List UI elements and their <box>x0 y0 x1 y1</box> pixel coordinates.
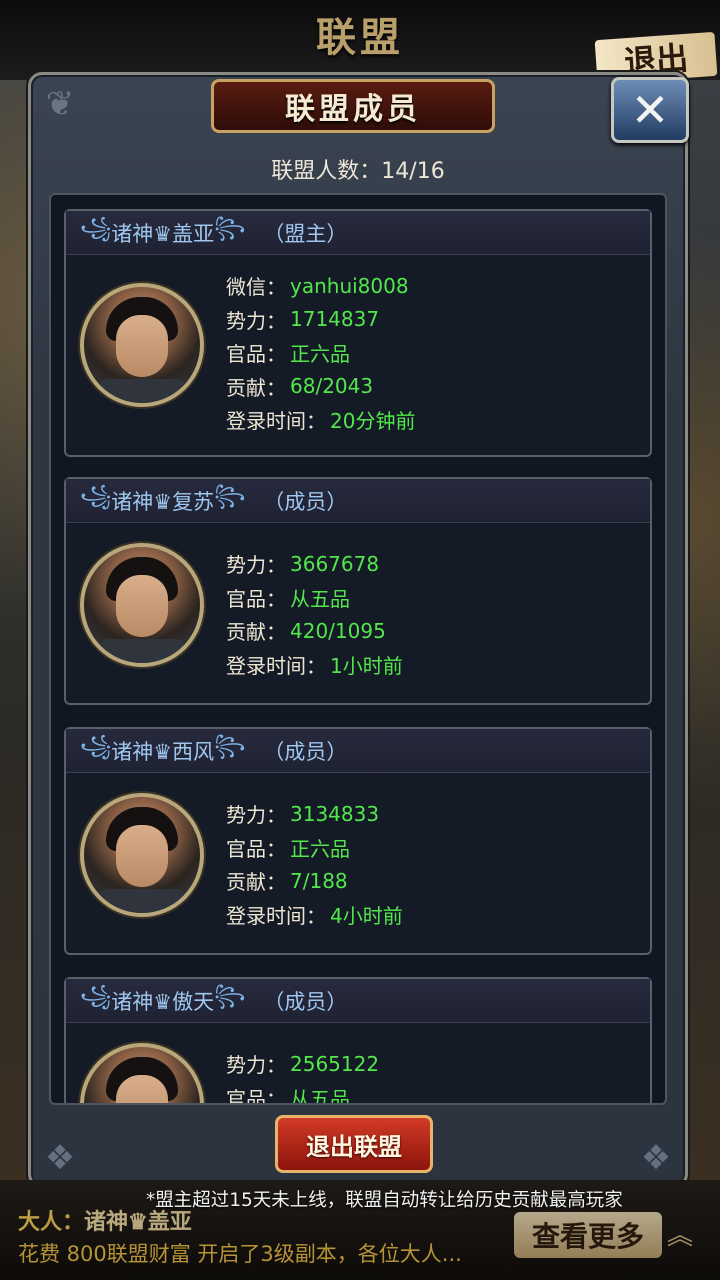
field-label: 官品： <box>226 836 286 861</box>
field-value: 正六品 <box>290 342 350 367</box>
member-info: 势力： 3134833 官品： 正六品 贡献： 7/188 登录时间： 4小时前 <box>226 797 403 931</box>
member-name: 诸神♛复苏 <box>111 489 215 514</box>
background-title: 联盟 <box>316 14 404 61</box>
avatar[interactable] <box>80 793 204 917</box>
member-role: （成员） <box>263 489 348 514</box>
field-label: 贡献： <box>226 375 286 400</box>
member-card-header: ꧁ 诸神♛复苏 ꧂ （成员） <box>66 479 650 523</box>
avatar[interactable] <box>80 1043 204 1103</box>
member-name: 诸神♛盖亚 <box>111 221 215 246</box>
flourish-right-icon: ꧂ <box>214 982 246 1007</box>
field-value: 从五品 <box>290 1086 350 1105</box>
member-info: 势力： 3667678 官品： 从五品 贡献： 420/1095 登录时间： 1小时前 <box>226 547 403 681</box>
member-card[interactable]: ꧁ 诸神♛盖亚 ꧂ （盟主） 微信： yanhui8008 势力： 1714837 … <box>64 209 652 457</box>
close-button[interactable]: ✕ <box>611 77 689 143</box>
field-value: yanhui8008 <box>290 273 409 298</box>
member-list[interactable]: ꧁ 诸神♛盖亚 ꧂ （盟主） 微信： yanhui8008 势力： 1714837 … <box>49 193 667 1105</box>
flourish-right-icon: ꧂ <box>214 214 246 239</box>
view-more-button[interactable]: 查看更多 <box>514 1212 662 1258</box>
flourish-left-icon: ꧁ <box>80 482 112 507</box>
corner-ornament-icon: ❦ <box>45 84 75 124</box>
flourish-left-icon: ꧁ <box>80 214 112 239</box>
avatar[interactable] <box>80 283 204 407</box>
field-label: 官品： <box>226 342 286 367</box>
member-name: 诸神♛西风 <box>111 739 215 764</box>
field-label: 势力： <box>226 308 286 333</box>
field-value: 4小时前 <box>330 903 403 928</box>
member-card[interactable]: ꧁ 诸神♛西风 ꧂ （成员） 势力： 3134833 官品： 正六品 贡献： 7/18… <box>64 727 652 955</box>
field-value: 1714837 <box>290 307 380 332</box>
field-label: 势力： <box>226 803 286 828</box>
field-label: 登录时间： <box>226 409 326 434</box>
member-card-header: ꧁ 诸神♛傲天 ꧂ （成员） <box>66 979 650 1023</box>
member-count-value: 14/16 <box>381 159 445 184</box>
field-value: 2565122 <box>290 1051 380 1076</box>
flourish-left-icon: ꧁ <box>80 982 112 1007</box>
field-value: 1小时前 <box>330 653 403 678</box>
member-role: （盟主） <box>263 221 348 246</box>
chat-prefix: 大人： <box>18 1210 85 1235</box>
member-card-header: ꧁ 诸神♛盖亚 ꧂ （盟主） <box>66 211 650 255</box>
field-label: 官品： <box>226 1086 286 1105</box>
close-icon: ✕ <box>630 83 670 137</box>
flourish-right-icon: ꧂ <box>214 482 246 507</box>
member-card[interactable]: ꧁ 诸神♛傲天 ꧂ （成员） 势力： 2565122 官品： 从五品 <box>64 977 652 1105</box>
member-card-header: ꧁ 诸神♛西风 ꧂ （成员） <box>66 729 650 773</box>
member-role: （成员） <box>263 739 348 764</box>
field-value: 正六品 <box>290 836 350 861</box>
field-label: 势力： <box>226 553 286 578</box>
quit-alliance-button[interactable]: 退出联盟 <box>275 1115 433 1173</box>
alliance-notice: *盟主超过15天未上线，联盟自动转让给历史贡献最高玩家 <box>146 1190 623 1211</box>
field-label: 登录时间： <box>226 653 326 678</box>
chat-message: 花费 800联盟财富 开启了3级副本，各位大人... <box>18 1242 462 1266</box>
field-value: 7/188 <box>290 868 348 893</box>
field-value: 20分钟前 <box>330 409 416 434</box>
flourish-left-icon: ꧁ <box>80 732 112 757</box>
member-count-label: 联盟人数： <box>271 159 382 184</box>
field-label: 官品： <box>226 586 286 611</box>
chat-name: 诸神♛盖亚 <box>84 1209 192 1235</box>
dialog-title: 联盟成员 <box>211 79 495 133</box>
field-label: 登录时间： <box>226 903 326 928</box>
chat-sender: 大人：诸神♛盖亚 <box>18 1204 192 1236</box>
flourish-right-icon: ꧂ <box>214 732 246 757</box>
alliance-members-dialog: ❦ ❖ ❖ 联盟成员 ✕ 联盟人数：14/16 ꧁ 诸神♛盖亚 ꧂ （盟主） 微… <box>28 72 689 1188</box>
member-info: 微信： yanhui8008 势力： 1714837 官品： 正六品 贡献： 68/20… <box>226 269 415 437</box>
member-info: 势力： 2565122 官品： 从五品 <box>226 1047 380 1105</box>
double-chevron-up-icon[interactable]: ︽ <box>666 1216 694 1256</box>
field-value: 3134833 <box>290 801 380 826</box>
field-label: 贡献： <box>226 620 286 645</box>
avatar[interactable] <box>80 543 204 667</box>
field-label: 微信： <box>226 275 286 300</box>
member-name: 诸神♛傲天 <box>111 989 215 1014</box>
field-value: 420/1095 <box>290 618 386 643</box>
field-label: 贡献： <box>226 870 286 895</box>
field-value: 68/2043 <box>290 374 374 399</box>
field-value: 3667678 <box>290 551 380 576</box>
field-label: 势力： <box>226 1053 286 1078</box>
member-count: 联盟人数：14/16 <box>31 153 685 185</box>
member-role: （成员） <box>263 989 348 1014</box>
corner-ornament-icon: ❖ <box>44 1138 76 1178</box>
member-card[interactable]: ꧁ 诸神♛复苏 ꧂ （成员） 势力： 3667678 官品： 从五品 贡献： 420/… <box>64 477 652 705</box>
corner-ornament-icon: ❖ <box>640 1138 672 1178</box>
field-value: 从五品 <box>290 586 350 611</box>
